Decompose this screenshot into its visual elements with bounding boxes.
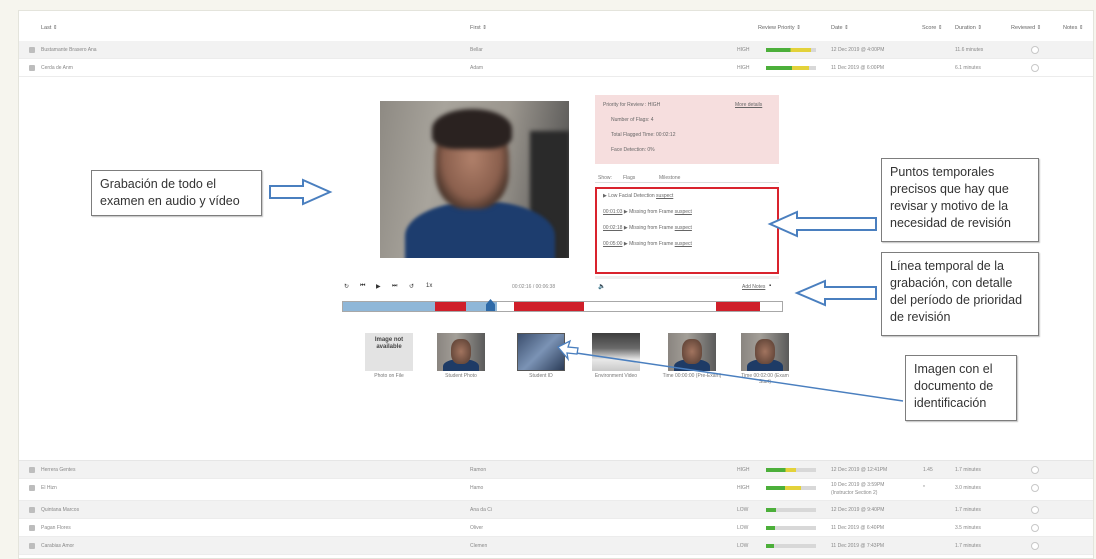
arrow-left-icon bbox=[556, 339, 579, 362]
arrow-left-icon bbox=[794, 279, 877, 307]
arrow-right-icon bbox=[269, 178, 333, 206]
callout-arrows bbox=[269, 178, 904, 402]
arrow-left-icon bbox=[767, 210, 877, 238]
